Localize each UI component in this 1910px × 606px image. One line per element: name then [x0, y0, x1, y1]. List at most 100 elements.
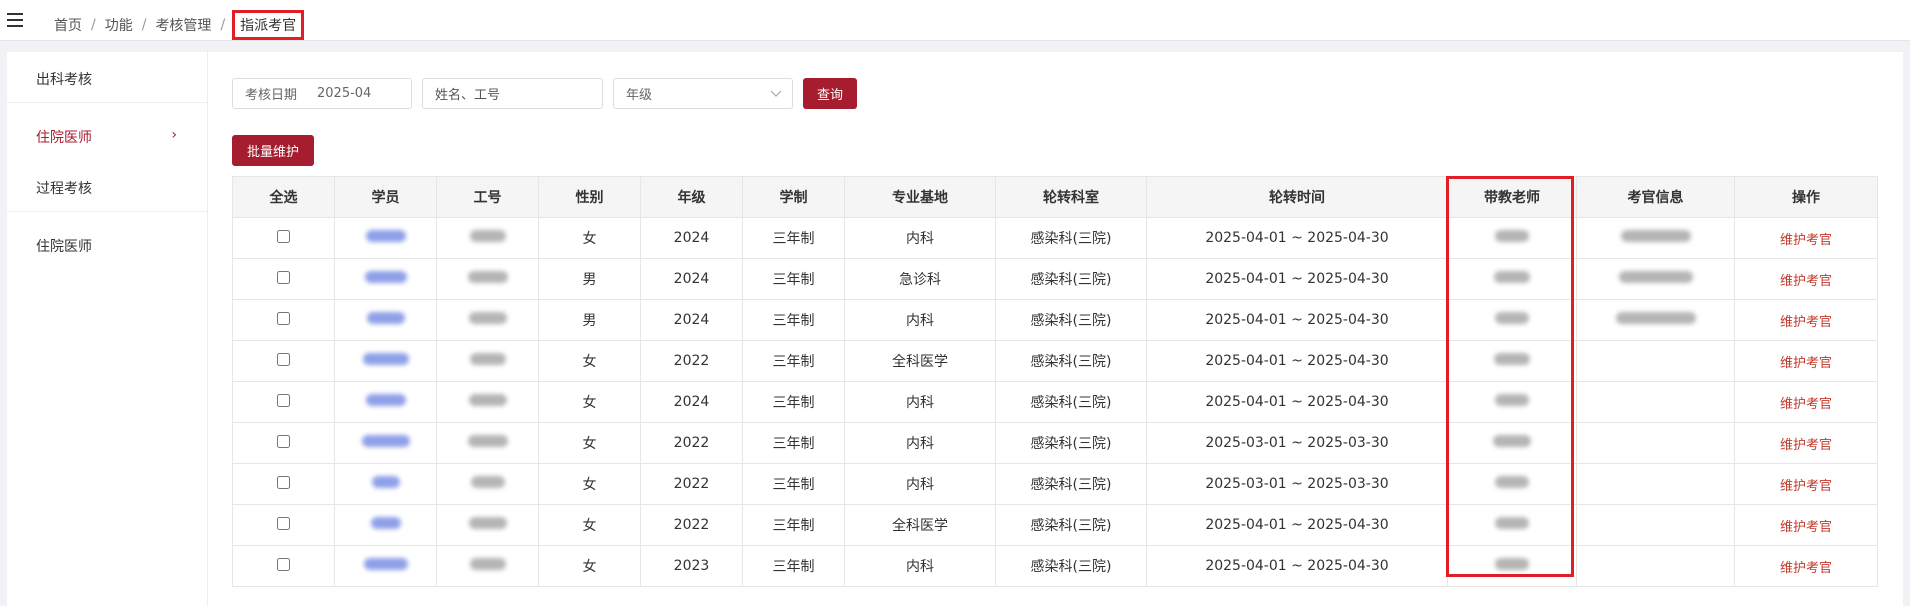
student-name-cell[interactable] [334, 340, 437, 382]
maintain-examiner-link[interactable]: 维护考官 [1780, 520, 1832, 535]
row-checkbox[interactable] [277, 475, 290, 489]
grade-select[interactable]: 年级 [613, 78, 793, 109]
header-staff-id: 工号 [436, 176, 539, 218]
student-name-redacted[interactable] [361, 435, 410, 447]
sidebar-item-process-exam[interactable]: 过程考核 [7, 178, 207, 198]
maintain-examiner-link[interactable]: 维护考官 [1780, 561, 1832, 576]
student-name-redacted[interactable] [363, 558, 408, 570]
table-row: 女 2024 三年制 内科 感染科(三院) 2025-04-01 ~ 2025-04-30… [232, 381, 1878, 423]
grade-cell: 2022 [640, 463, 743, 505]
chevron-down-icon [770, 90, 782, 97]
student-name-redacted[interactable] [365, 394, 406, 406]
system-cell: 三年制 [742, 545, 845, 587]
sidebar-item-rotation-exam[interactable]: 出科考核 [7, 69, 207, 89]
period-cell: 2025-04-01 ~ 2025-04-30 [1146, 258, 1448, 300]
system-cell: 三年制 [742, 258, 845, 300]
base-cell: 急诊科 [844, 258, 996, 300]
staff-id-cell [436, 422, 539, 464]
maintain-examiner-link[interactable]: 维护考官 [1780, 274, 1832, 289]
student-name-redacted[interactable] [362, 353, 409, 365]
student-name-redacted[interactable] [370, 517, 401, 529]
student-name-redacted[interactable] [364, 271, 407, 283]
header-select-all[interactable]: 全选 [232, 176, 335, 218]
breadcrumb-function[interactable]: 功能 [105, 15, 133, 35]
teacher-cell [1447, 545, 1577, 587]
exam-date-field[interactable]: 考核日期 2025-04 [232, 78, 412, 109]
teacher-cell [1447, 340, 1577, 382]
header-operation: 操作 [1734, 176, 1878, 218]
student-name-cell[interactable] [334, 299, 437, 341]
student-name-redacted[interactable] [365, 230, 406, 242]
query-button[interactable]: 查询 [803, 78, 857, 109]
sidebar-item-resident-active[interactable]: 住院医师 › [7, 127, 207, 147]
dept-cell: 感染科(三院) [995, 545, 1147, 587]
sidebar-divider [7, 211, 207, 212]
teacher-cell [1447, 217, 1577, 259]
table-row: 女 2024 三年制 内科 感染科(三院) 2025-04-01 ~ 2025-04-30… [232, 217, 1878, 259]
student-name-redacted[interactable] [371, 476, 400, 488]
row-checkbox[interactable] [277, 557, 290, 571]
gender-cell: 男 [538, 258, 641, 300]
maintain-examiner-link[interactable]: 维护考官 [1780, 397, 1832, 412]
maintain-examiner-link[interactable]: 维护考官 [1780, 356, 1832, 371]
staff-id-cell [436, 504, 539, 546]
sidebar-item-resident[interactable]: 住院医师 [7, 236, 207, 256]
name-id-placeholder: 姓名、工号 [435, 88, 501, 103]
grade-cell: 2024 [640, 258, 743, 300]
gender-cell: 男 [538, 299, 641, 341]
operation-cell: 维护考官 [1734, 217, 1878, 259]
breadcrumb-exam-management[interactable]: 考核管理 [155, 15, 211, 35]
student-name-redacted[interactable] [366, 312, 405, 324]
teacher-name-redacted [1495, 230, 1529, 242]
grade-cell: 2024 [640, 217, 743, 259]
header-base: 专业基地 [844, 176, 996, 218]
base-cell: 内科 [844, 545, 996, 587]
exam-date-value: 2025-04 [317, 86, 372, 101]
student-name-cell[interactable] [334, 217, 437, 259]
gender-cell: 女 [538, 545, 641, 587]
maintain-examiner-link[interactable]: 维护考官 [1780, 438, 1832, 453]
student-name-cell[interactable] [334, 545, 437, 587]
table-header-row: 全选 学员 工号 性别 年级 学制 专业基地 轮转科室 轮转时间 带教老师 考官… [232, 176, 1878, 218]
system-cell: 三年制 [742, 381, 845, 423]
teacher-name-redacted [1495, 476, 1529, 488]
row-checkbox[interactable] [277, 393, 290, 407]
system-cell: 三年制 [742, 504, 845, 546]
batch-maintain-button[interactable]: 批量维护 [232, 135, 314, 166]
staff-id-redacted [468, 517, 507, 529]
dept-cell: 感染科(三院) [995, 463, 1147, 505]
row-checkbox[interactable] [277, 311, 290, 325]
staff-id-cell [436, 340, 539, 382]
row-checkbox[interactable] [277, 270, 290, 284]
maintain-examiner-link[interactable]: 维护考官 [1780, 315, 1832, 330]
row-checkbox[interactable] [277, 352, 290, 366]
row-checkbox[interactable] [277, 434, 290, 448]
staff-id-cell [436, 381, 539, 423]
gender-cell: 女 [538, 422, 641, 464]
teacher-cell [1447, 299, 1577, 341]
dept-cell: 感染科(三院) [995, 422, 1147, 464]
operation-cell: 维护考官 [1734, 545, 1878, 587]
base-cell: 内科 [844, 381, 996, 423]
period-cell: 2025-04-01 ~ 2025-04-30 [1146, 217, 1448, 259]
student-name-cell[interactable] [334, 258, 437, 300]
name-id-search-input[interactable]: 姓名、工号 [422, 78, 603, 109]
examiner-info-cell [1576, 504, 1735, 546]
grade-cell: 2024 [640, 299, 743, 341]
maintain-examiner-link[interactable]: 维护考官 [1780, 479, 1832, 494]
operation-cell: 维护考官 [1734, 463, 1878, 505]
student-name-cell[interactable] [334, 504, 437, 546]
row-checkbox[interactable] [277, 516, 290, 530]
student-name-cell[interactable] [334, 463, 437, 505]
student-name-cell[interactable] [334, 422, 437, 464]
header-rotation-period: 轮转时间 [1146, 176, 1448, 218]
menu-icon[interactable] [7, 13, 23, 27]
row-checkbox[interactable] [277, 229, 290, 243]
base-cell: 内科 [844, 422, 996, 464]
maintain-examiner-link[interactable]: 维护考官 [1780, 233, 1832, 248]
select-cell [232, 258, 335, 300]
period-cell: 2025-04-01 ~ 2025-04-30 [1146, 381, 1448, 423]
header-examiner-info: 考官信息 [1576, 176, 1735, 218]
student-name-cell[interactable] [334, 381, 437, 423]
breadcrumb-home[interactable]: 首页 [54, 15, 82, 35]
